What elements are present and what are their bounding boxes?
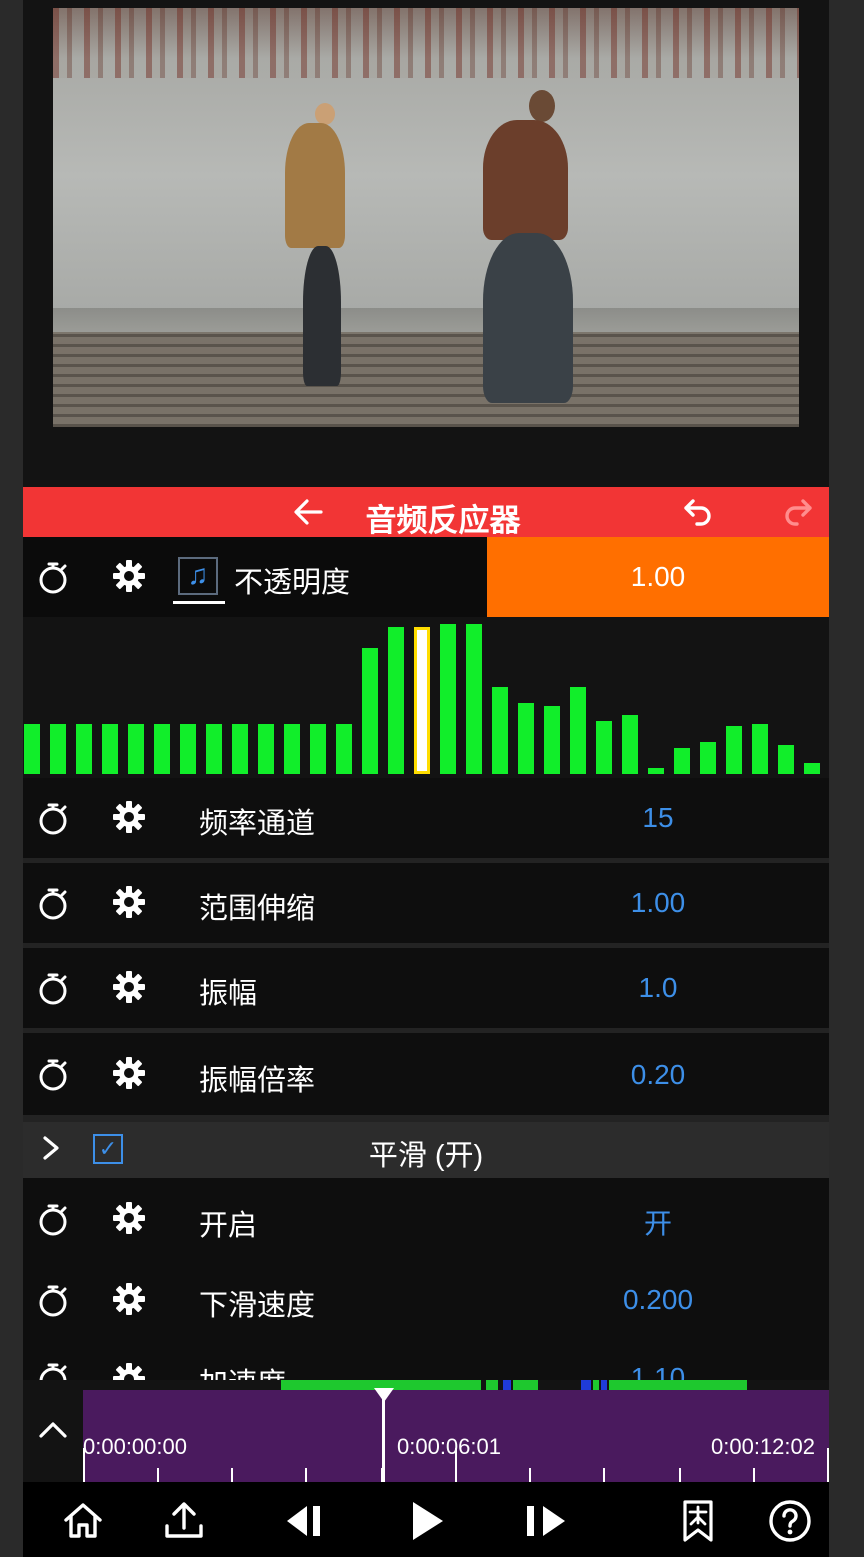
spectrum-bar[interactable]: [700, 742, 716, 774]
gear-icon[interactable]: [112, 1362, 146, 1380]
spectrum-bar[interactable]: [232, 724, 248, 774]
spectrum-bar[interactable]: [648, 768, 664, 774]
video-preview-frame[interactable]: [53, 8, 799, 427]
gear-icon[interactable]: [112, 1201, 146, 1235]
timeline-track[interactable]: 0:00:00:00 0:00:06:01 0:00:12:02: [83, 1390, 829, 1482]
stopwatch-icon[interactable]: [37, 972, 69, 1005]
spectrum-bar[interactable]: [336, 724, 352, 774]
param-label: 开启: [199, 1210, 258, 1242]
gear-icon[interactable]: [112, 885, 146, 919]
stopwatch-icon[interactable]: [37, 561, 69, 594]
spectrum-bar[interactable]: [778, 745, 794, 774]
spectrum-bar[interactable]: [128, 724, 144, 774]
param-label: 振幅倍率: [199, 1065, 316, 1097]
spectrum-bar[interactable]: [596, 721, 612, 774]
chevron-up-icon[interactable]: [37, 1416, 69, 1450]
timeline-clip-strip[interactable]: [83, 1380, 829, 1390]
param-value[interactable]: 1.0: [543, 972, 773, 1004]
param-value[interactable]: 1.00: [543, 887, 773, 919]
spectrum-bar[interactable]: [102, 724, 118, 774]
param-value[interactable]: 1.10: [543, 1362, 773, 1380]
spectrum-bar[interactable]: [24, 724, 40, 774]
timecode: 0:00:06:01: [397, 1434, 501, 1459]
param-value[interactable]: 0.200: [543, 1284, 773, 1316]
spectrum-bar[interactable]: [310, 724, 326, 774]
param-label: 范围伸缩: [199, 893, 316, 925]
music-note-icon[interactable]: ♫: [178, 557, 218, 595]
bookmark-icon[interactable]: [675, 1498, 721, 1544]
gear-icon[interactable]: [112, 970, 146, 1004]
opacity-value[interactable]: 1.00: [487, 537, 829, 617]
export-icon[interactable]: [161, 1498, 207, 1544]
gear-icon[interactable]: [112, 1282, 146, 1316]
spectrum-bar[interactable]: [258, 724, 274, 774]
param-value[interactable]: 0.20: [543, 1059, 773, 1091]
spectrum-bar[interactable]: [206, 724, 222, 774]
music-underline: [173, 601, 225, 604]
param-label: 下滑速度: [199, 1290, 316, 1322]
spectrum-bar[interactable]: [726, 726, 742, 774]
spectrum-bar[interactable]: [284, 724, 300, 774]
smoothing-section-header[interactable]: ✓ 平滑 (开): [23, 1122, 829, 1178]
undo-icon[interactable]: [681, 495, 715, 537]
divider: [23, 1115, 829, 1122]
gear-icon[interactable]: [112, 1056, 146, 1090]
stopwatch-icon[interactable]: [37, 887, 69, 920]
spectrum-bar[interactable]: [570, 687, 586, 774]
audio-spectrum[interactable]: [23, 617, 829, 777]
timeline: 0:00:00:00 0:00:06:01 0:00:12:02: [23, 1380, 829, 1482]
spectrum-bar[interactable]: [674, 748, 690, 774]
smoothing-title: 平滑 (开): [368, 1140, 484, 1172]
stopwatch-icon[interactable]: [37, 1362, 69, 1380]
next-frame-icon[interactable]: [523, 1498, 569, 1544]
spectrum-bar[interactable]: [440, 624, 456, 774]
timecode: 0:00:00:00: [83, 1434, 187, 1459]
spectrum-bar[interactable]: [466, 624, 482, 774]
stopwatch-icon[interactable]: [37, 802, 69, 835]
opacity-row: ♫ 不透明度 1.00: [23, 537, 829, 617]
param-label: 加速度: [199, 1360, 286, 1380]
param-value[interactable]: 15: [543, 802, 773, 834]
stopwatch-icon[interactable]: [37, 1058, 69, 1091]
spectrum-bar[interactable]: [388, 627, 404, 774]
help-icon[interactable]: [767, 1498, 813, 1544]
home-icon[interactable]: [60, 1498, 106, 1544]
param-row-enable[interactable]: 开启 开: [23, 1178, 829, 1260]
param-label: 振幅: [199, 978, 258, 1010]
playhead[interactable]: [382, 1390, 385, 1482]
spectrum-bar[interactable]: [154, 724, 170, 774]
param-row-acceleration[interactable]: 加速度 1.10: [23, 1340, 829, 1380]
bottom-toolbar: [23, 1482, 829, 1557]
gear-icon[interactable]: [112, 559, 146, 593]
param-row-range-scale[interactable]: 范围伸缩 1.00: [23, 863, 829, 943]
spectrum-bar[interactable]: [518, 703, 534, 774]
opacity-label: 不透明度: [234, 567, 351, 599]
spectrum-bar[interactable]: [180, 724, 196, 774]
play-icon[interactable]: [405, 1498, 451, 1544]
spectrum-bar[interactable]: [50, 724, 66, 774]
spectrum-bar[interactable]: [752, 724, 768, 774]
spectrum-bar-selected[interactable]: [414, 627, 430, 774]
stopwatch-icon[interactable]: [37, 1203, 69, 1236]
param-label: 频率通道: [199, 808, 316, 840]
param-row-fall-speed[interactable]: 下滑速度 0.200: [23, 1260, 829, 1340]
prev-frame-icon[interactable]: [283, 1498, 329, 1544]
video-preview-area: [23, 0, 829, 487]
stopwatch-icon[interactable]: [37, 1284, 69, 1317]
timecode: 0:00:12:02: [711, 1434, 815, 1459]
spectrum-bar[interactable]: [76, 724, 92, 774]
spectrum-bar[interactable]: [544, 706, 560, 774]
app-root: 音频反应器 ♫ 不透明度 1.00 频率通道 15 范围伸缩 1.00 振幅 1…: [23, 0, 829, 1557]
param-row-amplitude-multiplier[interactable]: 振幅倍率 0.20: [23, 1033, 829, 1115]
spectrum-bar[interactable]: [804, 763, 820, 774]
param-value[interactable]: 开: [543, 1202, 773, 1242]
spectrum-bar[interactable]: [362, 648, 378, 774]
param-row-amplitude[interactable]: 振幅 1.0: [23, 948, 829, 1028]
spectrum-bar[interactable]: [492, 687, 508, 774]
param-row-frequency-channel[interactable]: 频率通道 15: [23, 778, 829, 858]
spectrum-bar[interactable]: [622, 715, 638, 774]
redo-icon[interactable]: [781, 495, 815, 537]
effect-header: 音频反应器: [23, 487, 829, 538]
gear-icon[interactable]: [112, 800, 146, 834]
